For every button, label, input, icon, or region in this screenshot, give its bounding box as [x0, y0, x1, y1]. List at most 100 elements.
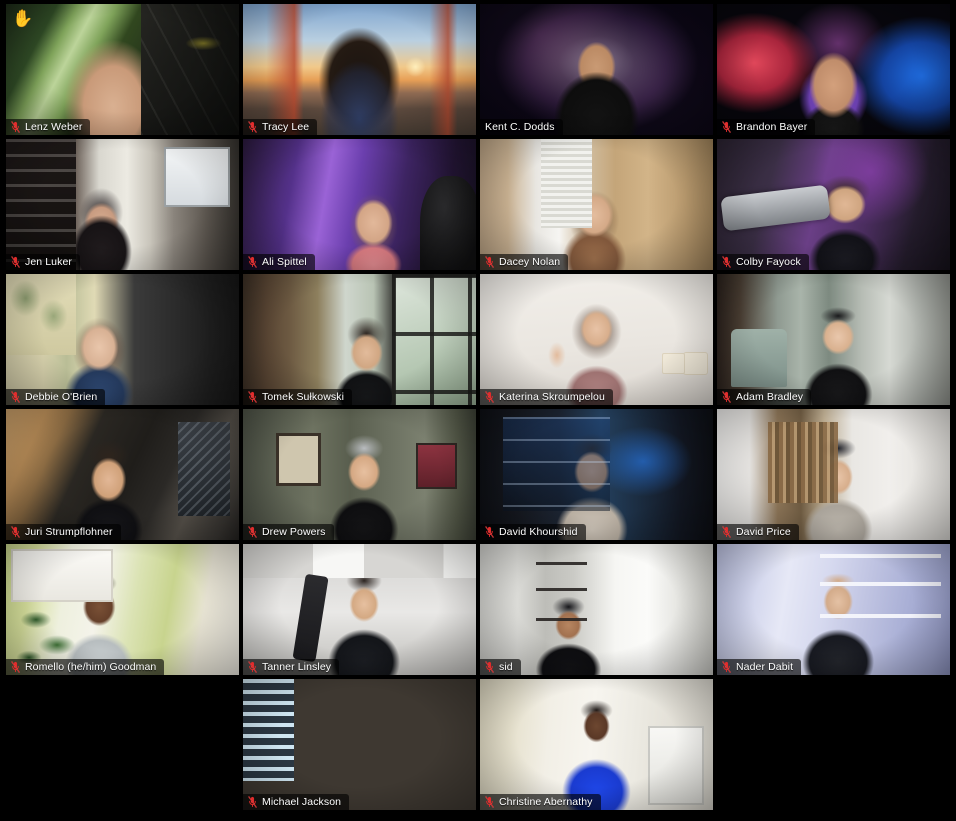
participant-tile[interactable]: Christine Abernathy	[480, 679, 713, 810]
participant-video-feed	[6, 544, 239, 675]
participant-tile[interactable]: Kent C. Dodds	[480, 4, 713, 135]
participant-name-tag: David Price	[717, 524, 799, 540]
participant-name-tag: Brandon Bayer	[717, 119, 816, 135]
mic-muted-icon-wrap[interactable]	[722, 391, 731, 403]
participant-tile[interactable]: Tanner Linsley	[243, 544, 476, 675]
participant-row: Juri Strumpflohner Drew Powers David Khour…	[4, 409, 952, 540]
video-conference-gallery: ✋ Lenz Weber Tracy Lee Kent C. Dodds Brandon…	[0, 0, 956, 821]
participant-name-label: Debbie O'Brien	[25, 391, 98, 403]
participant-name-label: Dacey Nolan	[499, 256, 561, 268]
mic-muted-icon-wrap[interactable]	[485, 796, 494, 808]
participant-name-tag: Romello (he/him) Goodman	[6, 659, 165, 675]
mic-muted-icon	[248, 661, 257, 673]
mic-muted-icon-wrap[interactable]	[485, 526, 494, 538]
mic-muted-icon-wrap[interactable]	[11, 121, 20, 133]
participant-name-label: Katerina Skroumpelou	[499, 391, 605, 403]
participant-name-label: Lenz Weber	[25, 121, 83, 133]
participant-row: Jen Luker Ali Spittel Dacey Nolan Colby Fay…	[4, 139, 952, 270]
participant-tile[interactable]: Dacey Nolan	[480, 139, 713, 270]
participant-name-label: Nader Dabit	[736, 661, 794, 673]
mic-muted-icon	[485, 391, 494, 403]
mic-muted-icon-wrap[interactable]	[248, 391, 257, 403]
participant-name-tag: Dacey Nolan	[480, 254, 569, 270]
participant-name-label: Michael Jackson	[262, 796, 342, 808]
participant-name-label: Christine Abernathy	[499, 796, 593, 808]
participant-name-label: Kent C. Dodds	[485, 121, 555, 133]
participant-row: Debbie O'Brien Tomek Sułkowski Katerina Sk…	[4, 274, 952, 405]
participant-name-label: Juri Strumpflohner	[25, 526, 113, 538]
participant-tile[interactable]: sid	[480, 544, 713, 675]
participant-tile[interactable]: ✋ Lenz Weber	[6, 4, 239, 135]
participant-video-feed	[480, 4, 713, 135]
mic-muted-icon	[11, 256, 20, 268]
mic-muted-icon-wrap[interactable]	[248, 796, 257, 808]
participant-name-label: Brandon Bayer	[736, 121, 808, 133]
mic-muted-icon	[248, 391, 257, 403]
participant-video-feed	[243, 139, 476, 270]
participant-video-feed	[6, 139, 239, 270]
participant-tile[interactable]: Romello (he/him) Goodman	[6, 544, 239, 675]
participant-video-feed	[717, 4, 950, 135]
participant-name-tag: Nader Dabit	[717, 659, 802, 675]
mic-muted-icon	[722, 661, 731, 673]
participant-name-tag: Debbie O'Brien	[6, 389, 106, 405]
participant-video-feed	[717, 409, 950, 540]
mic-muted-icon-wrap[interactable]	[11, 391, 20, 403]
mic-muted-icon-wrap[interactable]	[248, 256, 257, 268]
participant-tile[interactable]: Jen Luker	[6, 139, 239, 270]
participant-video-feed	[717, 274, 950, 405]
participant-tile[interactable]: Brandon Bayer	[717, 4, 950, 135]
participant-tile[interactable]: Colby Fayock	[717, 139, 950, 270]
participant-tile[interactable]: Drew Powers	[243, 409, 476, 540]
participant-video-feed	[243, 274, 476, 405]
participant-name-label: Tracy Lee	[262, 121, 310, 133]
participant-name-label: David Khourshid	[499, 526, 578, 538]
participant-name-tag: Colby Fayock	[717, 254, 809, 270]
participant-name-tag: Juri Strumpflohner	[6, 524, 121, 540]
participant-tile[interactable]: Adam Bradley	[717, 274, 950, 405]
participant-name-tag: Ali Spittel	[243, 254, 315, 270]
mic-muted-icon-wrap[interactable]	[11, 526, 20, 538]
participant-tile[interactable]: Debbie O'Brien	[6, 274, 239, 405]
participant-video-feed	[243, 679, 476, 810]
participant-tile[interactable]: David Price	[717, 409, 950, 540]
participant-name-label: Jen Luker	[25, 256, 73, 268]
participant-name-tag: sid	[480, 659, 521, 675]
participant-name-tag: Drew Powers	[243, 524, 334, 540]
participant-tile[interactable]: David Khourshid	[480, 409, 713, 540]
participant-tile[interactable]: Ali Spittel	[243, 139, 476, 270]
participant-row: Romello (he/him) Goodman Tanner Linsley si…	[4, 544, 952, 675]
participant-name-label: Ali Spittel	[262, 256, 307, 268]
participant-video-feed	[243, 4, 476, 135]
participant-tile[interactable]: Nader Dabit	[717, 544, 950, 675]
mic-muted-icon	[248, 796, 257, 808]
mic-muted-icon-wrap[interactable]	[485, 661, 494, 673]
mic-muted-icon-wrap[interactable]	[11, 256, 20, 268]
mic-muted-icon-wrap[interactable]	[248, 526, 257, 538]
participant-tile[interactable]: Tomek Sułkowski	[243, 274, 476, 405]
participant-video-feed	[6, 274, 239, 405]
mic-muted-icon	[248, 121, 257, 133]
mic-muted-icon-wrap[interactable]	[11, 661, 20, 673]
participant-tile[interactable]: Juri Strumpflohner	[6, 409, 239, 540]
mic-muted-icon-wrap[interactable]	[485, 256, 494, 268]
mic-muted-icon-wrap[interactable]	[248, 661, 257, 673]
mic-muted-icon-wrap[interactable]	[485, 391, 494, 403]
participant-name-tag: Christine Abernathy	[480, 794, 601, 810]
participant-tile[interactable]: Tracy Lee	[243, 4, 476, 135]
mic-muted-icon-wrap[interactable]	[722, 256, 731, 268]
mic-muted-icon-wrap[interactable]	[248, 121, 257, 133]
participant-video-feed	[6, 409, 239, 540]
mic-muted-icon-wrap[interactable]	[722, 121, 731, 133]
participant-name-tag: Tracy Lee	[243, 119, 318, 135]
mic-muted-icon-wrap[interactable]	[722, 661, 731, 673]
participant-video-feed	[480, 679, 713, 810]
participant-tile[interactable]: Michael Jackson	[243, 679, 476, 810]
participant-name-label: Adam Bradley	[736, 391, 804, 403]
participant-name-tag: David Khourshid	[480, 524, 586, 540]
participant-tile[interactable]: Katerina Skroumpelou	[480, 274, 713, 405]
mic-muted-icon	[11, 661, 20, 673]
participant-video-feed	[480, 544, 713, 675]
participant-name-label: Colby Fayock	[736, 256, 801, 268]
mic-muted-icon-wrap[interactable]	[722, 526, 731, 538]
